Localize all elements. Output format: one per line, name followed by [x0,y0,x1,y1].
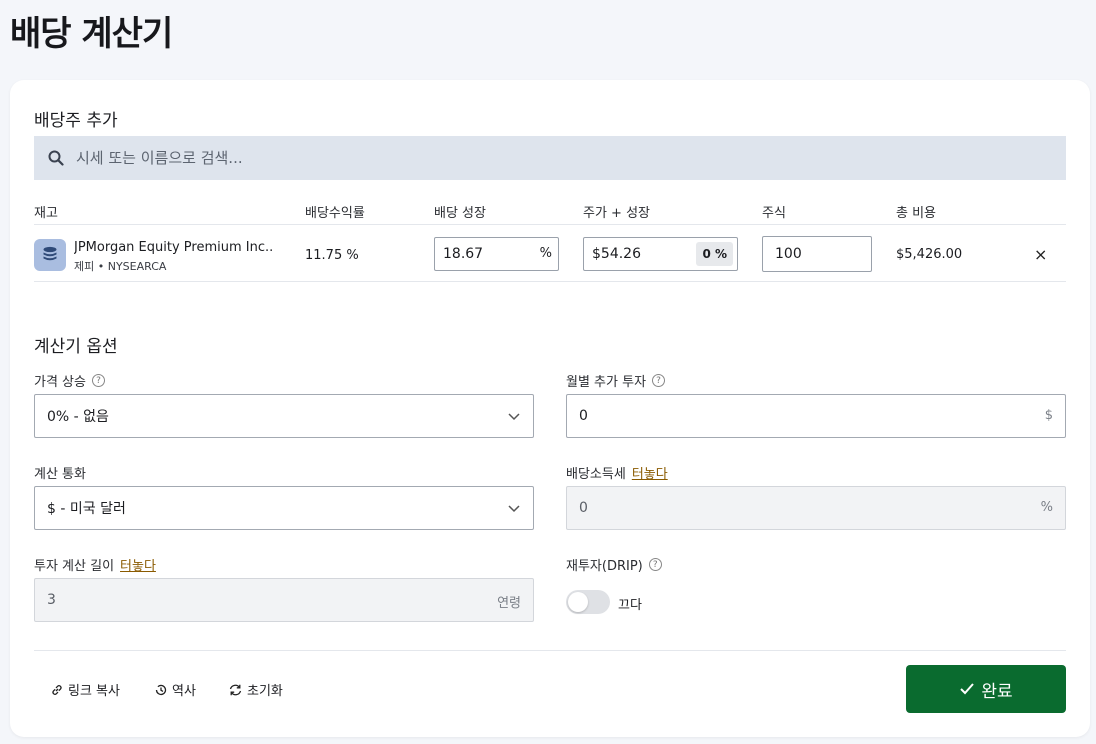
add-stock-title: 배당주 추가 [34,111,118,131]
search-bar[interactable] [34,136,1066,180]
monthly-investment-value[interactable]: 0 [579,408,588,424]
col-yield: 배당수익률 [305,206,365,221]
currency-suffix: $ [1044,408,1053,423]
table-row: JPMorgan Equity Premium Inc... 제피 • NYSE… [34,225,1066,282]
table-header: 재고 배당수익률 배당 성장 주가 + 성장 주식 총 비용 [34,192,1066,225]
col-stock: 재고 [34,206,58,221]
currency-value: $ - 미국 달러 [47,501,126,517]
col-price-growth: 주가 + 성장 [583,206,650,221]
check-icon [960,683,975,695]
col-total-cost: 총 비용 [896,206,937,221]
growth-field[interactable]: % [434,237,559,271]
dividend-tax-field: 0 % [566,486,1066,530]
investment-length-value: 3 [47,592,56,608]
remove-stock-button[interactable]: × [1034,245,1047,264]
monthly-investment-label: 월별 추가 투자 ? [566,371,666,390]
growth-input[interactable] [435,246,530,262]
col-growth: 배당 성장 [434,206,486,221]
search-input[interactable] [76,149,976,167]
total-cost: $5,426.00 [896,247,963,262]
investment-length-label: 투자 계산 길이 터놓다 [34,555,156,574]
col-shares: 주식 [762,206,786,221]
dividend-yield: 11.75 % [305,248,359,263]
done-button[interactable]: 완료 [906,665,1066,713]
unlock-link[interactable]: 터놓다 [632,463,668,482]
price-field[interactable]: 0 % [583,237,738,271]
monthly-investment-field[interactable]: 0 $ [566,394,1066,438]
dividend-tax-value: 0 [579,500,588,516]
years-suffix: 연령 [497,596,521,611]
price-growth-badge[interactable]: 0 % [696,242,733,266]
dividend-tax-label: 배당소득세 터놓다 [566,463,668,482]
drip-label: 재투자(DRIP) ? [566,555,662,574]
help-icon[interactable]: ? [652,374,666,387]
percent-suffix: % [1040,500,1053,515]
unlock-link[interactable]: 터놓다 [120,555,156,574]
help-icon[interactable]: ? [648,558,662,571]
stock-name[interactable]: JPMorgan Equity Premium Inc... [74,240,274,255]
shares-input[interactable] [763,246,863,262]
price-increase-value: 0% - 없음 [47,409,109,425]
page-title: 배당 계산기 [10,14,173,54]
price-increase-label: 가격 상승 ? [34,371,105,390]
link-icon [52,684,62,695]
chevron-down-icon [508,505,520,513]
reset-button[interactable]: 초기화 [228,680,283,699]
copy-link-button[interactable]: 링크 복사 [50,680,120,699]
calculator-card: 배당주 추가 재고 배당수익률 배당 성장 주가 + 성장 주식 총 비용 JP… [10,80,1090,737]
help-icon[interactable]: ? [91,374,105,387]
toggle-knob [568,592,588,612]
drip-state-label: 끄다 [618,598,642,613]
options-title: 계산기 옵션 [34,337,118,357]
price-input[interactable] [584,246,694,262]
growth-unit: % [539,246,552,261]
currency-label: 계산 통화 [34,467,86,482]
shares-field[interactable] [762,236,872,272]
price-increase-select[interactable]: 0% - 없음 [34,394,534,438]
stock-logo-icon [34,239,66,271]
investment-length-field: 3 연령 [34,578,534,622]
history-button[interactable]: 역사 [154,680,196,699]
drip-toggle[interactable] [566,590,610,614]
stock-ticker: 제피 • NYSEARCA [74,260,167,273]
search-icon [48,150,64,166]
history-icon [155,684,167,695]
currency-select[interactable]: $ - 미국 달러 [34,486,534,530]
refresh-icon [229,684,242,695]
footer-divider [34,650,1066,651]
chevron-down-icon [508,413,520,421]
